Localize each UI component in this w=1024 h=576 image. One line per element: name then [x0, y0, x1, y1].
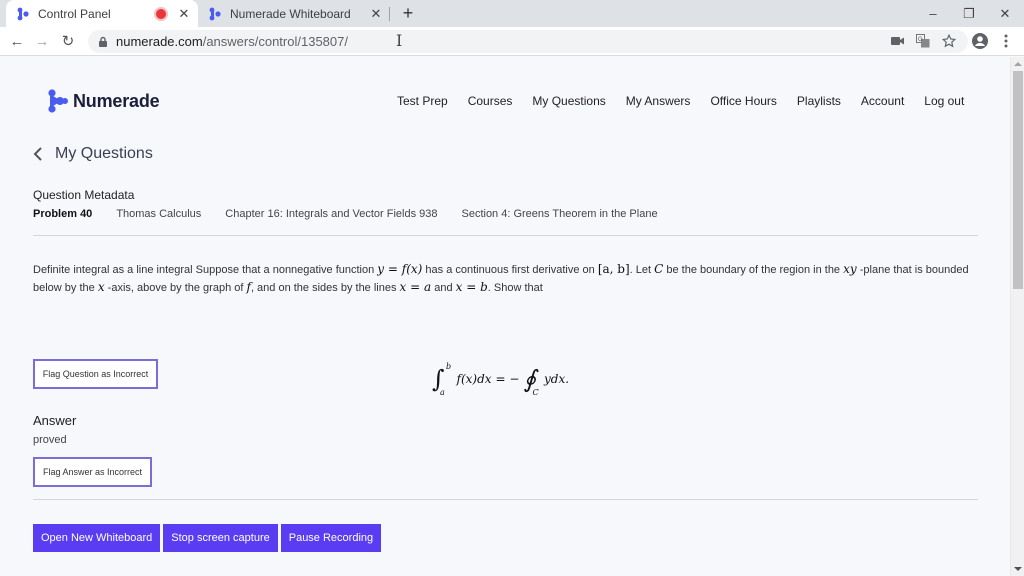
tab-title: Control Panel [38, 6, 111, 21]
chapter-name: Chapter 16: Integrals and Vector Fields … [225, 208, 438, 220]
math-inline: x [97, 280, 105, 294]
action-buttons: Open New Whiteboard Stop screen capture … [33, 524, 384, 552]
translate-icon[interactable]: G [915, 33, 931, 49]
back-label: My Questions [55, 145, 153, 162]
question-text: Definite integral as a line integral Sup… [33, 261, 983, 297]
question-fragment: . Show that [487, 282, 543, 294]
vertical-scrollbar[interactable] [1010, 57, 1024, 576]
metadata-heading: Question Metadata [33, 188, 135, 202]
scroll-up-arrow-icon[interactable] [1014, 62, 1022, 66]
upper-limit: b [446, 362, 452, 371]
math-inline: xy [843, 262, 857, 276]
section-name: Section 4: Greens Theorem in the Plane [461, 208, 658, 220]
flag-question-button[interactable]: Flag Question as Incorrect [33, 359, 158, 389]
restore-button[interactable]: ❐ [950, 0, 988, 27]
top-navigation: Test Prep Courses My Questions My Answer… [397, 94, 964, 108]
question-fragment: Definite integral as a line integral Sup… [33, 264, 378, 276]
url-host: numerade.com [116, 34, 203, 49]
flag-answer-button[interactable]: Flag Answer as Incorrect [33, 457, 152, 487]
problem-number: Problem 40 [33, 208, 93, 220]
question-fragment: has a continuous first derivative on [422, 264, 598, 276]
metadata-row: Problem 40 Thomas Calculus Chapter 16: I… [33, 208, 682, 220]
display-equation: ∫ b a f(x)dx = − ∮ C ydx. [432, 359, 569, 399]
minimize-button[interactable]: – [914, 0, 952, 27]
brand-name: Numerade [73, 90, 160, 111]
chevron-left-icon [33, 147, 43, 161]
profile-icon[interactable] [972, 33, 988, 49]
lower-limit: a [440, 388, 445, 397]
scroll-thumb[interactable] [1013, 71, 1023, 289]
numerade-logo[interactable]: Numerade [47, 89, 160, 113]
window-close-button[interactable]: ✕ [986, 0, 1024, 27]
contour-integral-sign: ∮ C [523, 365, 539, 397]
divider [33, 235, 978, 236]
reload-icon[interactable]: ↻ [59, 33, 77, 51]
new-tab-button[interactable]: + [398, 3, 418, 24]
question-fragment: be the boundary of the region in the [663, 264, 844, 276]
nav-courses[interactable]: Courses [468, 94, 513, 108]
scroll-down-arrow-icon[interactable] [1014, 567, 1022, 571]
math-inline: y = f(x) [377, 262, 423, 276]
stop-screen-capture-button[interactable]: Stop screen capture [163, 524, 278, 552]
divider [33, 499, 978, 500]
contour-subscript: C [532, 388, 539, 397]
math-inline: [a, b] [597, 262, 630, 276]
nav-office-hours[interactable]: Office Hours [710, 94, 776, 108]
camera-icon[interactable] [890, 33, 906, 49]
lock-icon [98, 36, 108, 48]
nav-my-answers[interactable]: My Answers [626, 94, 691, 108]
question-fragment: and [431, 282, 456, 294]
tab-separator [389, 7, 390, 21]
integrand: f(x)dx [456, 372, 492, 386]
nav-account[interactable]: Account [861, 94, 904, 108]
url-path: /answers/control/135807/ [202, 34, 348, 49]
tab-title: Numerade Whiteboard [230, 6, 351, 21]
numerade-favicon-icon [16, 7, 30, 21]
page-content: Numerade Test Prep Courses My Questions … [0, 57, 1010, 576]
answer-value: proved [33, 434, 67, 446]
nav-test-prep[interactable]: Test Prep [397, 94, 448, 108]
recording-indicator-icon [154, 6, 168, 21]
math-inline: x = b [455, 280, 488, 294]
tab-control-panel[interactable]: Control Panel ✕ [6, 0, 198, 27]
star-icon[interactable] [941, 33, 957, 49]
tab-numerade-whiteboard[interactable]: Numerade Whiteboard ✕ [200, 0, 390, 27]
open-new-whiteboard-button[interactable]: Open New Whiteboard [33, 524, 161, 552]
question-fragment: . Let [629, 264, 655, 276]
forward-arrow-icon[interactable]: → [33, 33, 51, 51]
answer-heading: Answer [33, 413, 77, 428]
equals-minus: = − [495, 372, 520, 386]
pause-recording-button[interactable]: Pause Recording [280, 524, 382, 552]
back-arrow-icon[interactable]: ← [8, 33, 26, 51]
svg-text:G: G [918, 37, 923, 43]
integral-sign: ∫ b a [432, 362, 452, 397]
math-inline: x = a [399, 280, 432, 294]
question-fragment: -axis, above by the graph of [104, 282, 247, 294]
address-bar: ← → ↻ numerade.com/answers/control/13580… [0, 27, 1024, 56]
tab-bar: Control Panel ✕ Numerade Whiteboard ✕ + … [0, 0, 1024, 27]
nav-log-out[interactable]: Log out [924, 94, 964, 108]
url-input[interactable]: numerade.com/answers/control/135807/ [88, 30, 968, 53]
back-to-my-questions-link[interactable]: My Questions [33, 145, 153, 163]
nav-my-questions[interactable]: My Questions [532, 94, 605, 108]
book-name: Thomas Calculus [116, 208, 202, 220]
rhs-expression: ydx. [544, 372, 570, 386]
tab-close-button[interactable]: ✕ [368, 6, 384, 22]
menu-icon[interactable] [998, 33, 1014, 49]
tab-close-button[interactable]: ✕ [176, 6, 192, 22]
nav-playlists[interactable]: Playlists [797, 94, 841, 108]
text-cursor-icon: I [396, 31, 403, 50]
math-inline: C [654, 262, 664, 276]
numerade-favicon-icon [208, 7, 222, 21]
numerade-logo-icon [48, 89, 68, 113]
question-fragment: , and on the sides by the lines [250, 282, 400, 294]
